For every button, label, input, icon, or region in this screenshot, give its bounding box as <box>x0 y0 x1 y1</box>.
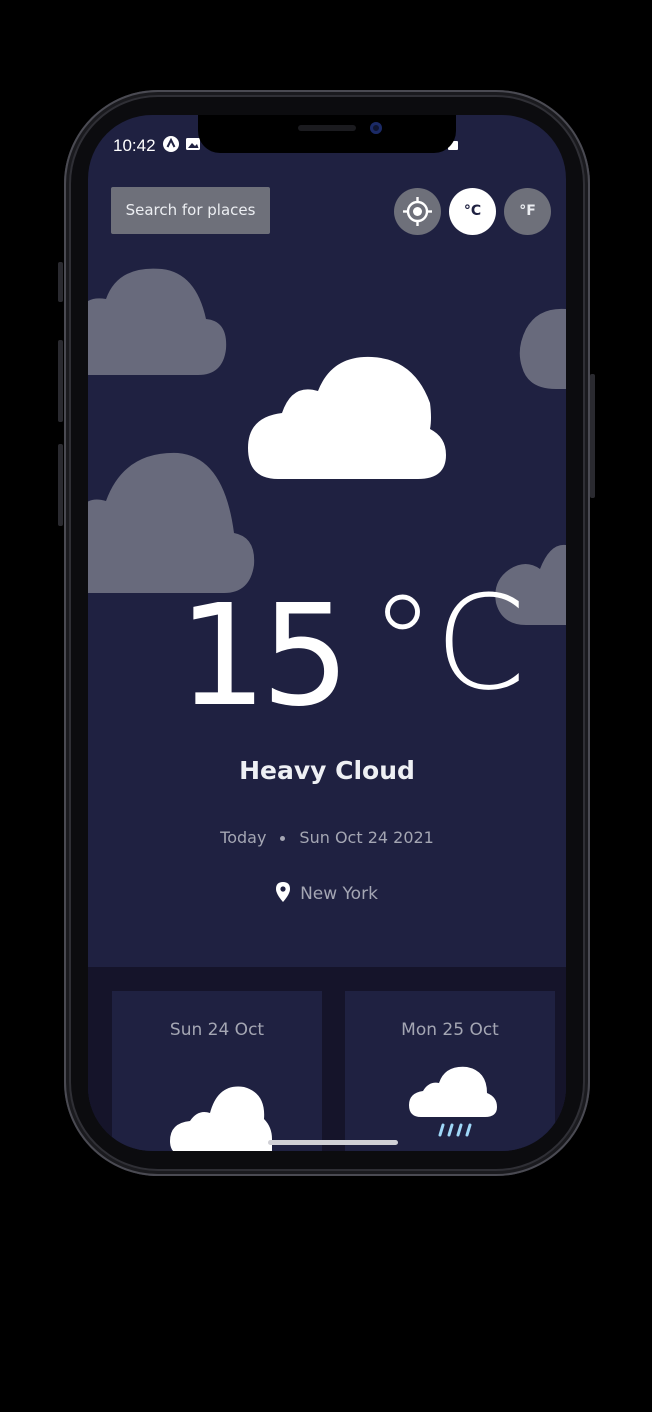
volume-down-button <box>58 444 63 526</box>
cloud-icon <box>170 1086 272 1151</box>
power-button <box>590 374 595 498</box>
celsius-button[interactable]: °C <box>449 188 496 235</box>
forecast-day: Mon 25 Oct <box>401 1020 499 1040</box>
crosshair-icon <box>403 197 432 226</box>
camera <box>370 122 382 134</box>
speaker <box>298 125 356 131</box>
location-pin-icon <box>276 882 291 902</box>
fahrenheit-button[interactable]: °F <box>504 188 551 235</box>
date-line: Today Sun Oct 24 2021 <box>88 828 566 847</box>
action-button <box>58 262 63 302</box>
current-date: Sun Oct 24 2021 <box>299 828 434 847</box>
forecast-section: Sun 24 Oct Mon 25 Oct <box>88 967 566 1151</box>
heavy-cloud-icon <box>248 356 446 479</box>
rain-cloud-icon <box>409 1066 497 1137</box>
separator-dot <box>280 836 286 841</box>
volume-up-button <box>58 340 63 422</box>
background-cloud-icon <box>519 308 566 389</box>
home-indicator[interactable] <box>268 1140 398 1145</box>
temperature-unit: °C <box>370 567 526 719</box>
background-cloud-icon <box>88 452 255 593</box>
temperature-value: 15 <box>178 575 350 738</box>
current-location-button[interactable] <box>394 188 441 235</box>
app-notification-icon <box>163 136 179 152</box>
status-time: 10:42 <box>113 136 156 155</box>
app-screen: 10:42 Search for places °C °F 15 °C Heav… <box>88 115 566 1151</box>
weather-condition: Heavy Cloud <box>239 756 415 785</box>
background-cloud-icon <box>88 268 227 375</box>
forecast-day: Sun 24 Oct <box>169 1020 265 1040</box>
temperature-display: 15 °C <box>88 567 566 757</box>
search-places-button[interactable]: Search for places <box>111 187 270 234</box>
forecast-card: Mon 25 Oct <box>345 991 555 1151</box>
location-line: New York <box>88 882 566 904</box>
day-label: Today <box>220 828 267 847</box>
forecast-card: Sun 24 Oct <box>112 991 322 1151</box>
notch <box>198 115 456 153</box>
location-name: New York <box>300 884 378 904</box>
